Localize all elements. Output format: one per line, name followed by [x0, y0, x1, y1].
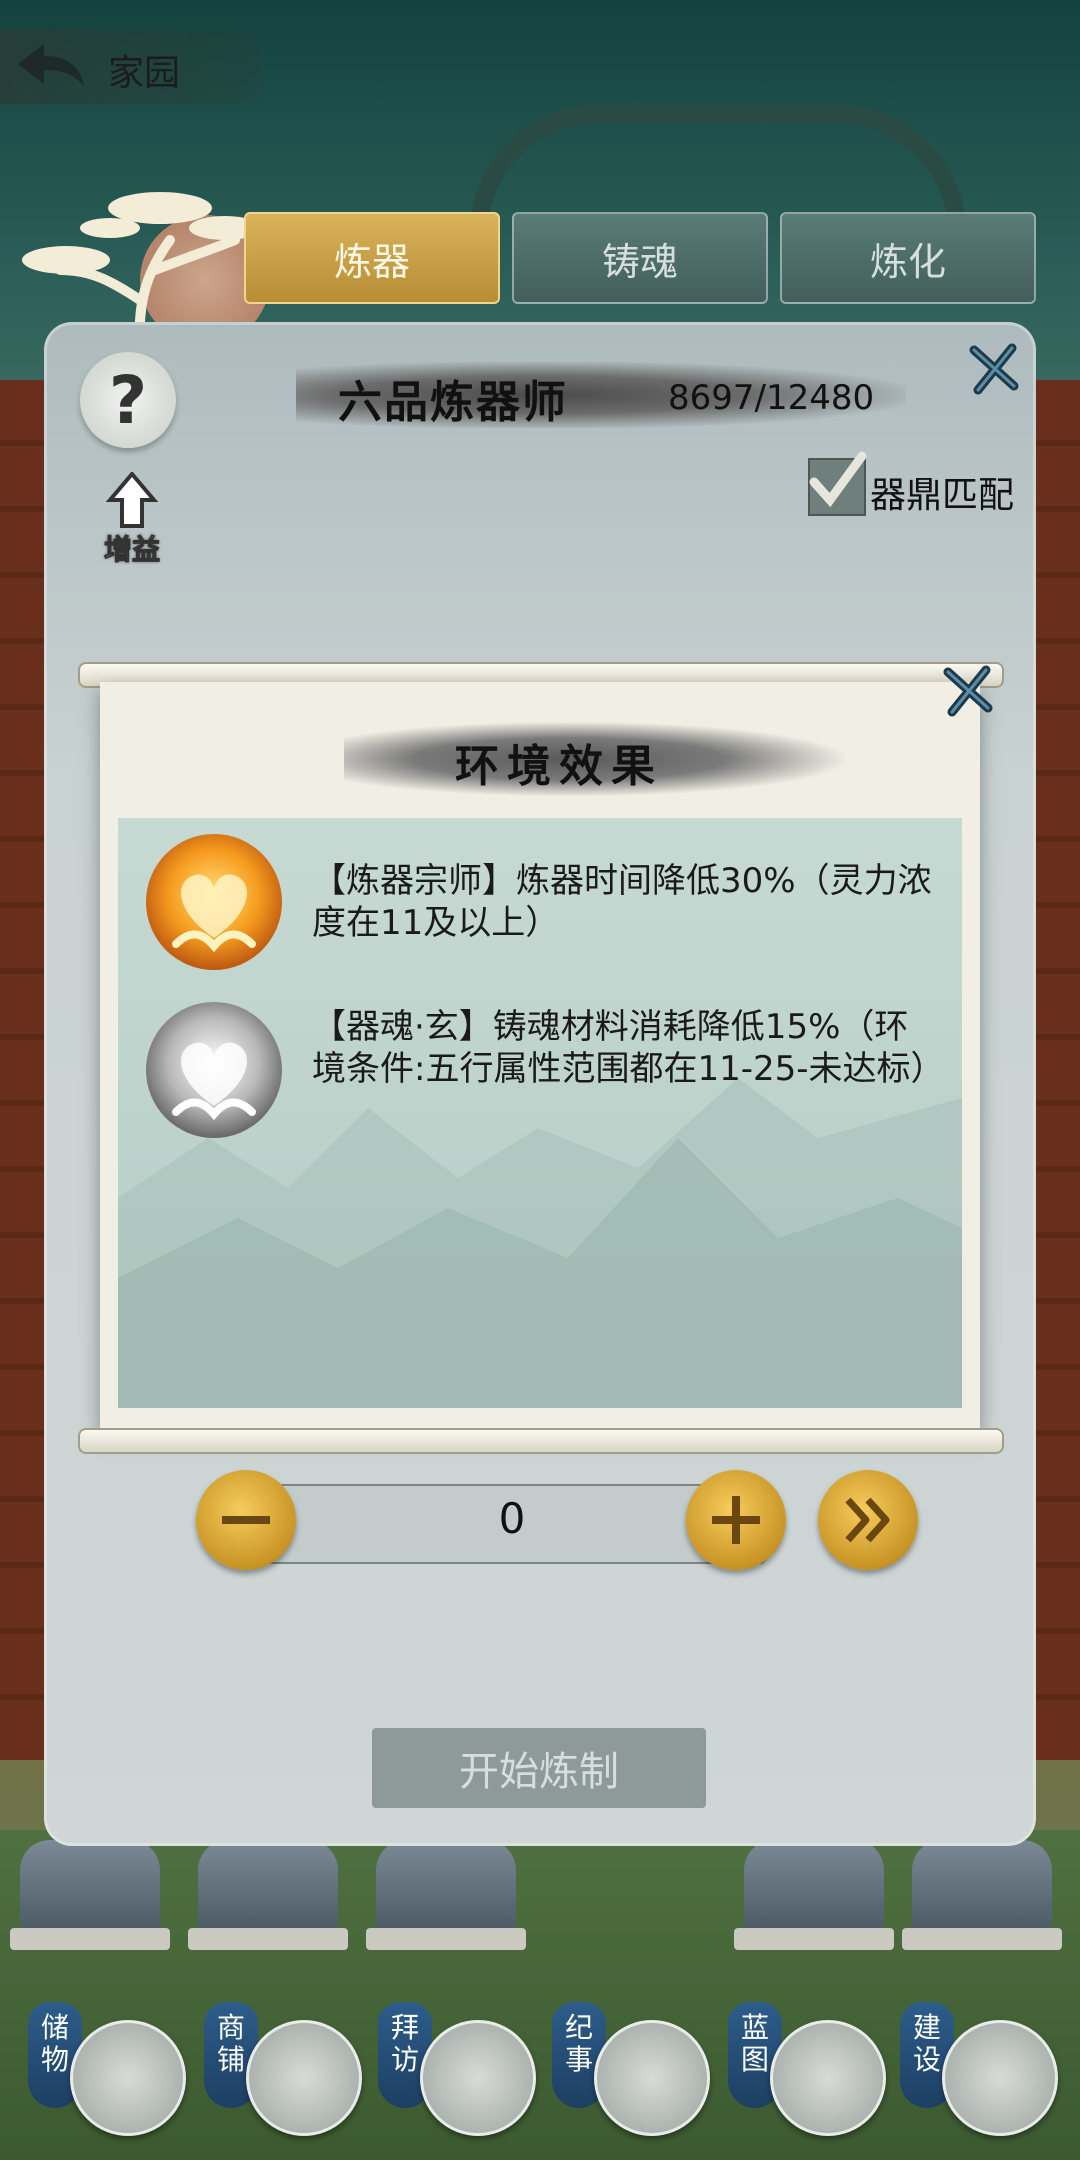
dialog-title: 环境效果 — [455, 741, 663, 792]
back-label: 家园 — [108, 53, 181, 94]
question-mark-icon: ? — [108, 361, 148, 439]
scroll-icon[interactable] — [594, 2020, 710, 2136]
rank-progress: 8697/12480 — [668, 378, 875, 418]
boost-label: 增益 — [103, 533, 160, 567]
double-chevron-right-icon — [845, 1497, 890, 1543]
background-statue — [366, 1840, 526, 1950]
hammer-icon[interactable] — [942, 2020, 1058, 2136]
match-label: 器鼎匹配 — [870, 475, 1015, 516]
rank-title: 六品炼器师 — [338, 377, 568, 428]
max-quantity-button[interactable] — [818, 1470, 918, 1570]
increase-button[interactable] — [686, 1470, 786, 1570]
background-statue — [188, 1840, 348, 1950]
golden-heart-hands-icon — [146, 834, 282, 970]
decrease-button[interactable] — [196, 1470, 296, 1570]
tab-forge-soul[interactable]: 铸魂 — [512, 212, 768, 304]
back-arrow-icon — [18, 44, 84, 86]
start-crafting-button[interactable]: 开始炼制 — [372, 1728, 706, 1808]
shop-icon[interactable] — [246, 2020, 362, 2136]
background-statue — [10, 1840, 170, 1950]
help-button[interactable]: ? — [80, 352, 176, 448]
minus-icon — [222, 1516, 270, 1524]
tab-refine-equipment[interactable]: 炼器 — [244, 212, 500, 304]
dialog-close-icon[interactable] — [940, 662, 996, 718]
panel-close-icon[interactable] — [966, 340, 1022, 396]
background-pine-tree — [22, 192, 260, 340]
effect-text: 【器魂·玄】铸魂材料消耗降低15%（环境条件:五行属性范围都在11-25-未达标… — [312, 1007, 945, 1089]
back-button[interactable]: 家园 — [0, 30, 260, 104]
plus-icon — [712, 1496, 760, 1544]
bag-icon[interactable] — [70, 2020, 186, 2136]
checkmark-icon — [809, 451, 867, 508]
up-arrow-icon — [105, 472, 159, 528]
visit-icon[interactable] — [420, 2020, 536, 2136]
tab-refine[interactable]: 炼化 — [780, 212, 1036, 304]
map-icon[interactable] — [770, 2020, 886, 2136]
boost-button[interactable]: 增益 — [92, 472, 172, 572]
background-statue — [902, 1840, 1062, 1950]
silver-heart-hands-icon — [146, 1002, 282, 1138]
background-statue — [734, 1840, 894, 1950]
scroll-bottom-rod — [78, 1428, 1004, 1454]
effect-text: 【炼器宗师】炼器时间降低30%（灵力浓度在11及以上） — [312, 861, 932, 943]
